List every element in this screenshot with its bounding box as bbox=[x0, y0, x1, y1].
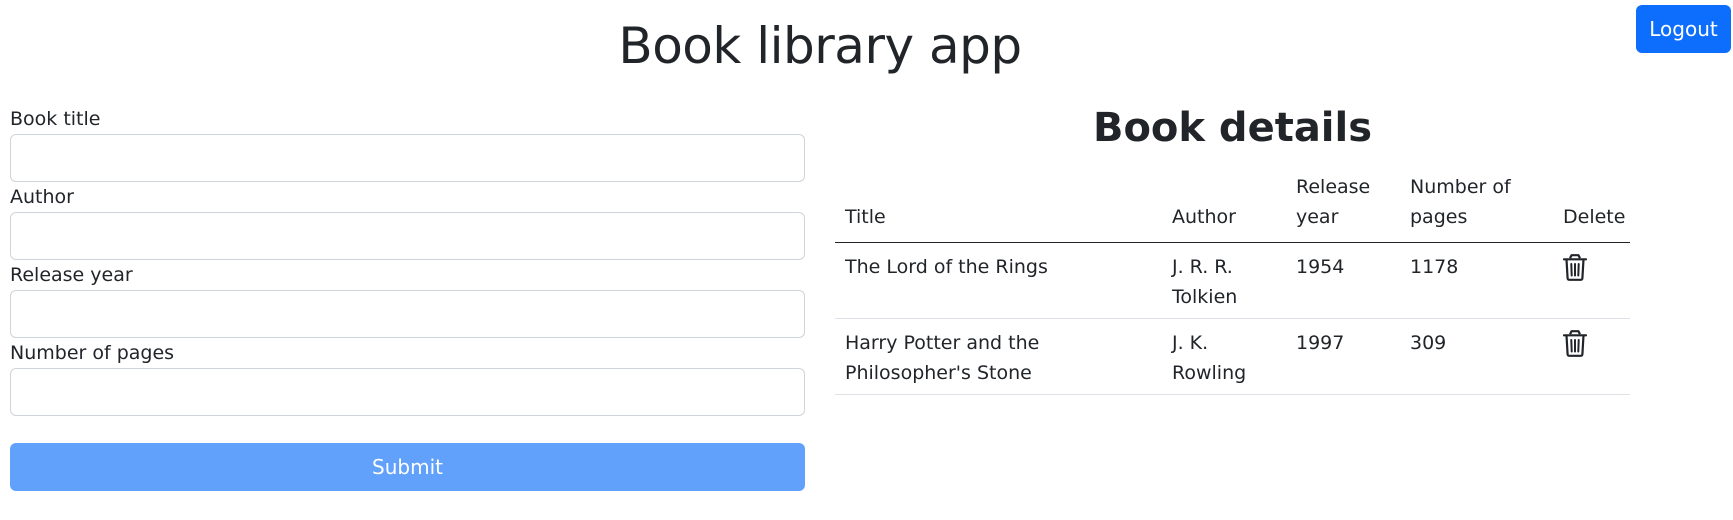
column-header-delete: Delete bbox=[1553, 172, 1630, 243]
page-title: Book library app bbox=[618, 17, 1022, 75]
book-form: Book title Author Release year Number of… bbox=[10, 104, 805, 416]
column-header-author: Author bbox=[1162, 172, 1286, 243]
book-title-input[interactable] bbox=[10, 134, 805, 182]
books-table: Title Author Release year Number of page… bbox=[835, 172, 1630, 395]
book-details-title: Book details bbox=[1092, 105, 1373, 151]
book-title-label: Book title bbox=[10, 108, 101, 130]
book-title-group: Book title bbox=[10, 104, 805, 182]
number-of-pages-label: Number of pages bbox=[10, 342, 175, 364]
table-row: The Lord of the Rings J. R. R. Tolkien 1… bbox=[835, 242, 1630, 319]
cell-title: Harry Potter and the Philosopher's Stone bbox=[835, 318, 1162, 395]
cell-author: J. K. Rowling bbox=[1162, 318, 1286, 395]
column-header-title: Title bbox=[835, 172, 1162, 243]
cell-number-of-pages: 1178 bbox=[1400, 242, 1553, 319]
logout-button[interactable]: Logout bbox=[1636, 5, 1731, 53]
cell-delete bbox=[1553, 242, 1630, 319]
release-year-input[interactable] bbox=[10, 290, 805, 338]
number-of-pages-input[interactable] bbox=[10, 368, 805, 416]
author-input[interactable] bbox=[10, 212, 805, 260]
table-header-row: Title Author Release year Number of page… bbox=[835, 172, 1630, 243]
cell-release-year: 1997 bbox=[1286, 318, 1400, 395]
cell-title: The Lord of the Rings bbox=[835, 242, 1162, 319]
trash-icon bbox=[1563, 330, 1587, 357]
release-year-group: Release year bbox=[10, 260, 805, 338]
author-label: Author bbox=[10, 186, 74, 208]
column-header-number-of-pages: Number of pages bbox=[1400, 172, 1553, 243]
cell-number-of-pages: 309 bbox=[1400, 318, 1553, 395]
delete-button[interactable] bbox=[1563, 252, 1589, 284]
submit-button[interactable]: Submit bbox=[10, 443, 805, 491]
column-header-release-year: Release year bbox=[1286, 172, 1400, 243]
number-of-pages-group: Number of pages bbox=[10, 338, 805, 416]
release-year-label: Release year bbox=[10, 264, 133, 286]
author-group: Author bbox=[10, 182, 805, 260]
cell-author: J. R. R. Tolkien bbox=[1162, 242, 1286, 319]
cell-delete bbox=[1553, 318, 1630, 395]
cell-release-year: 1954 bbox=[1286, 242, 1400, 319]
trash-icon bbox=[1563, 254, 1587, 281]
table-row: Harry Potter and the Philosopher's Stone… bbox=[835, 318, 1630, 395]
delete-button[interactable] bbox=[1563, 328, 1589, 360]
